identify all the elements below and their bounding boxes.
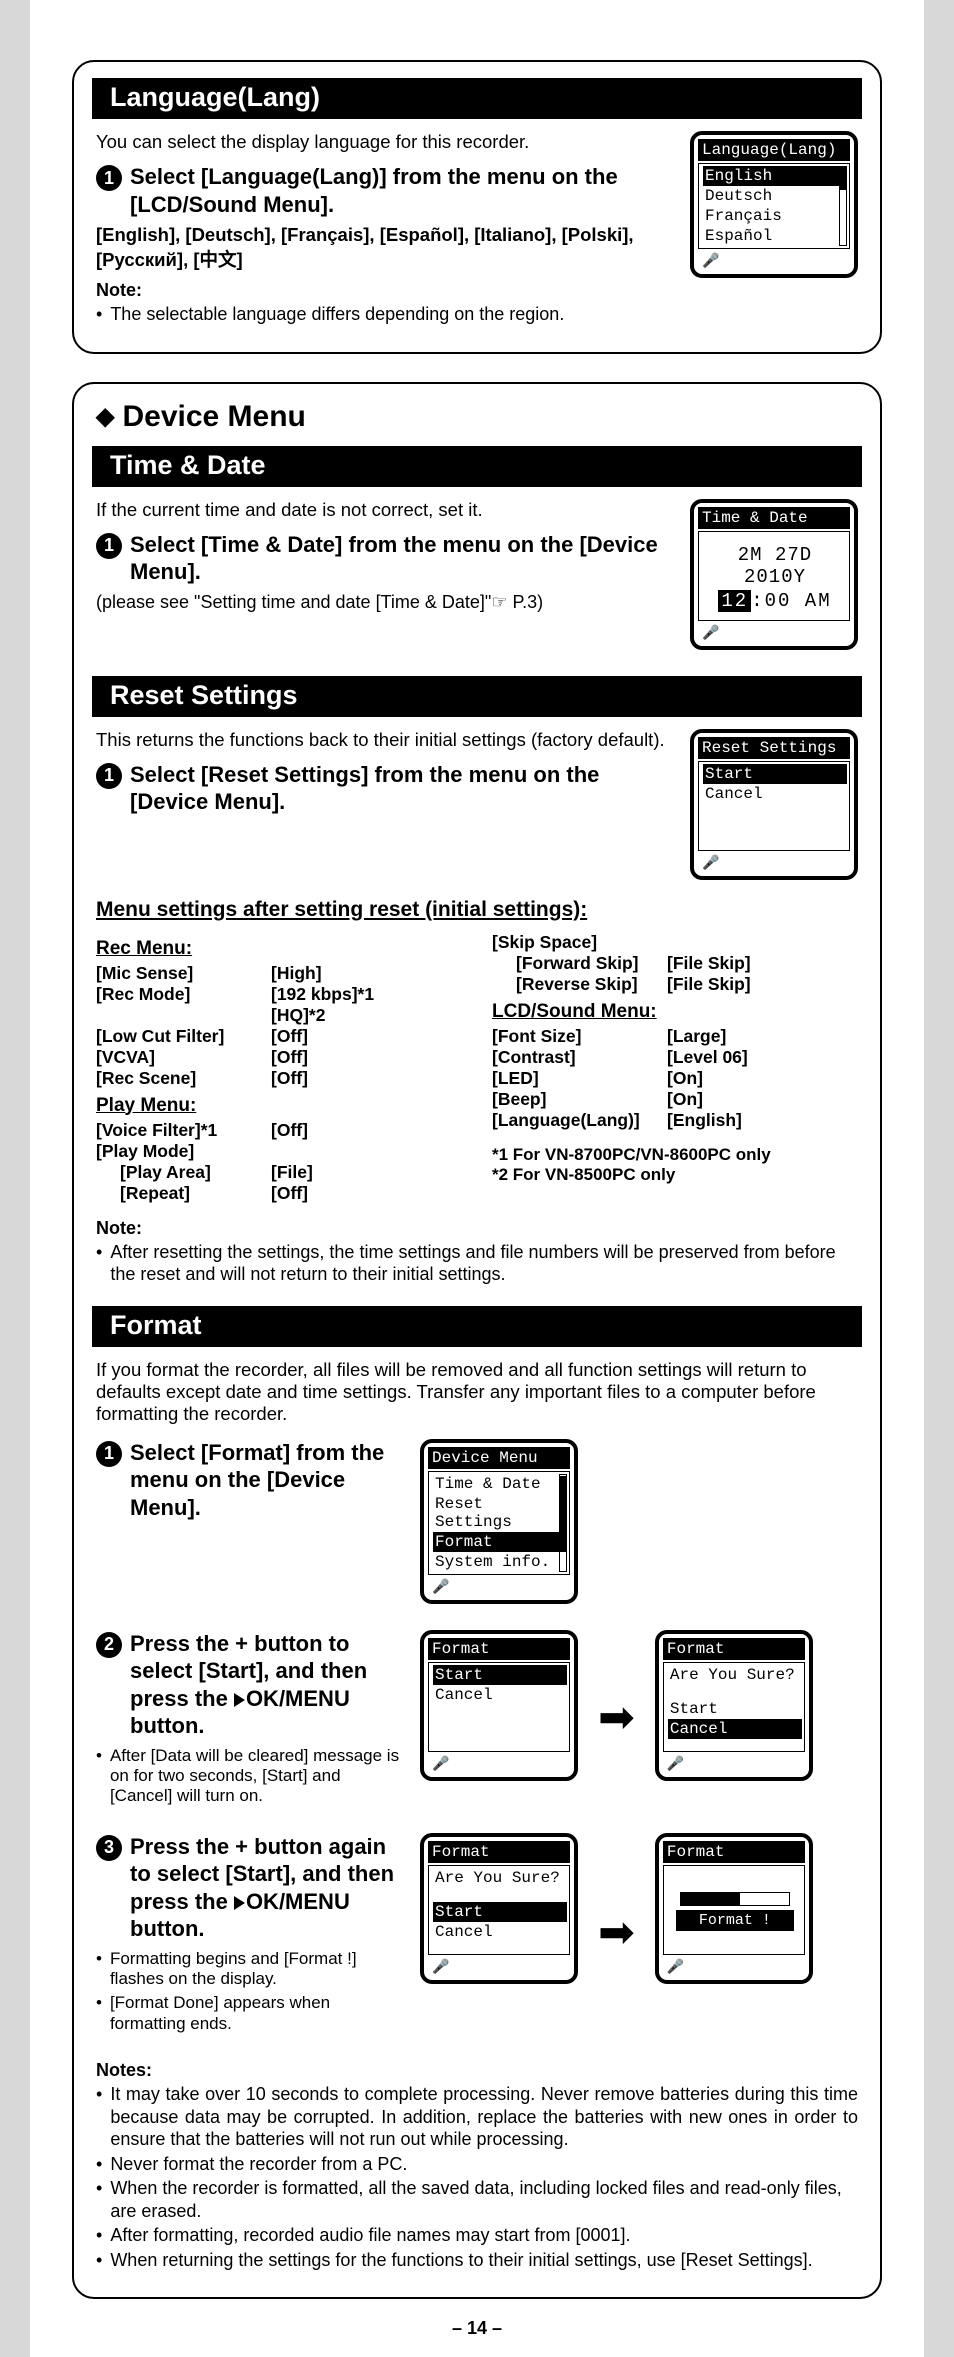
reset-after-heading: Menu settings after setting reset (initi… (96, 898, 858, 922)
play-icon (234, 1693, 245, 1707)
step-badge-1: 1 (96, 763, 122, 789)
note-label: Note: (96, 280, 672, 301)
format-step3: Press the + button again to select [Star… (130, 1833, 406, 1943)
format-note: •It may take over 10 seconds to complete… (96, 2083, 858, 2151)
time-date-header: Time & Date (92, 446, 862, 487)
lcd-item: Français (703, 206, 847, 226)
language-options: [English], [Deutsch], [Français], [Españ… (96, 224, 672, 272)
lcd-format-1: Format Start Cancel 🎤 (420, 1630, 578, 1781)
mic-icon: 🎤 (663, 1959, 805, 1976)
language-note: •The selectable language differs dependi… (96, 303, 672, 326)
progress-bar (680, 1892, 790, 1906)
lcd-item: English (703, 166, 847, 186)
lcd-item: Cancel (703, 784, 847, 804)
page-number: – 14 – (30, 2318, 924, 2339)
mic-icon: 🎤 (698, 625, 850, 642)
format-intro: If you format the recorder, all files wi… (96, 1359, 858, 1425)
lcd-language: Language(Lang) English Deutsch Français … (690, 131, 858, 278)
mic-icon: 🎤 (428, 1756, 570, 1773)
format-step3-sub1: •Formatting begins and [Format !] flashe… (96, 1949, 406, 1990)
mic-icon: 🎤 (698, 855, 850, 872)
format-note: •Never format the recorder from a PC. (96, 2153, 858, 2176)
mic-icon: 🎤 (428, 1579, 570, 1596)
reset-note-label: Note: (96, 1218, 858, 1239)
step-badge-1: 1 (96, 1441, 122, 1467)
format-step3-sub2: •[Format Done] appears when formatting e… (96, 1993, 406, 2034)
step-badge-1: 1 (96, 533, 122, 559)
lcd-reset: Reset Settings Start Cancel 🎤 (690, 729, 858, 880)
play-icon (234, 1896, 245, 1910)
format-notes-label: Notes: (96, 2060, 858, 2081)
time-date-ref: (please see "Setting time and date [Time… (96, 592, 672, 613)
time-date-intro: If the current time and date is not corr… (96, 499, 672, 521)
reset-note: •After resetting the settings, the time … (96, 1241, 858, 1286)
format-note: •After formatting, recorded audio file n… (96, 2224, 858, 2247)
format-note: •When returning the settings for the fun… (96, 2249, 858, 2272)
lcd-format-2: Format Are You Sure? Start Cancel 🎤 (655, 1630, 813, 1781)
step-badge-3: 3 (96, 1835, 122, 1861)
mic-icon: 🎤 (663, 1756, 805, 1773)
step-badge-1: 1 (96, 165, 122, 191)
format-header: Format (92, 1306, 862, 1347)
settings-columns: Rec Menu: [Mic Sense][High] [Rec Mode][1… (96, 932, 858, 1204)
format-step1: Select [Format] from the menu on the [De… (130, 1439, 406, 1522)
time-date-step1: Select [Time & Date] from the menu on th… (130, 531, 672, 586)
lcd-item: Español (703, 226, 847, 246)
format-note: •When the recorder is formatted, all the… (96, 2177, 858, 2222)
format-step2: Press the + button to select [Start], an… (130, 1630, 406, 1740)
format-step2-sub: •After [Data will be cleared] message is… (96, 1746, 406, 1807)
lcd-time-date: Time & Date 2M 27D 2010Y 12:00 AM 🎤 (690, 499, 858, 650)
language-header: Language(Lang) (92, 78, 862, 119)
device-menu-card: ◆ Device Menu Time & Date If the current… (72, 382, 882, 2300)
arrow-icon: ➡ (598, 1911, 635, 1955)
lcd-device-menu: Device Menu Time & Date Reset Settings F… (420, 1439, 578, 1604)
arrow-icon: ➡ (598, 1696, 635, 1740)
lcd-item: Deutsch (703, 186, 847, 206)
mic-icon: 🎤 (428, 1959, 570, 1976)
reset-header: Reset Settings (92, 676, 862, 717)
language-step1: Select [Language(Lang)] from the menu on… (130, 163, 672, 218)
mic-icon: 🎤 (698, 253, 850, 270)
step-badge-2: 2 (96, 1632, 122, 1658)
lcd-format-4: Format Format ! 🎤 (655, 1833, 813, 1984)
lcd-item: Start (703, 764, 847, 784)
reset-intro: This returns the functions back to their… (96, 729, 672, 751)
language-card: Language(Lang) You can select the displa… (72, 60, 882, 354)
reset-step1: Select [Reset Settings] from the menu on… (130, 761, 672, 816)
diamond-icon: ◆ (96, 402, 114, 431)
language-intro: You can select the display language for … (96, 131, 672, 153)
lcd-format-3: Format Are You Sure? Start Cancel 🎤 (420, 1833, 578, 1984)
device-menu-heading: ◆ Device Menu (96, 400, 858, 434)
